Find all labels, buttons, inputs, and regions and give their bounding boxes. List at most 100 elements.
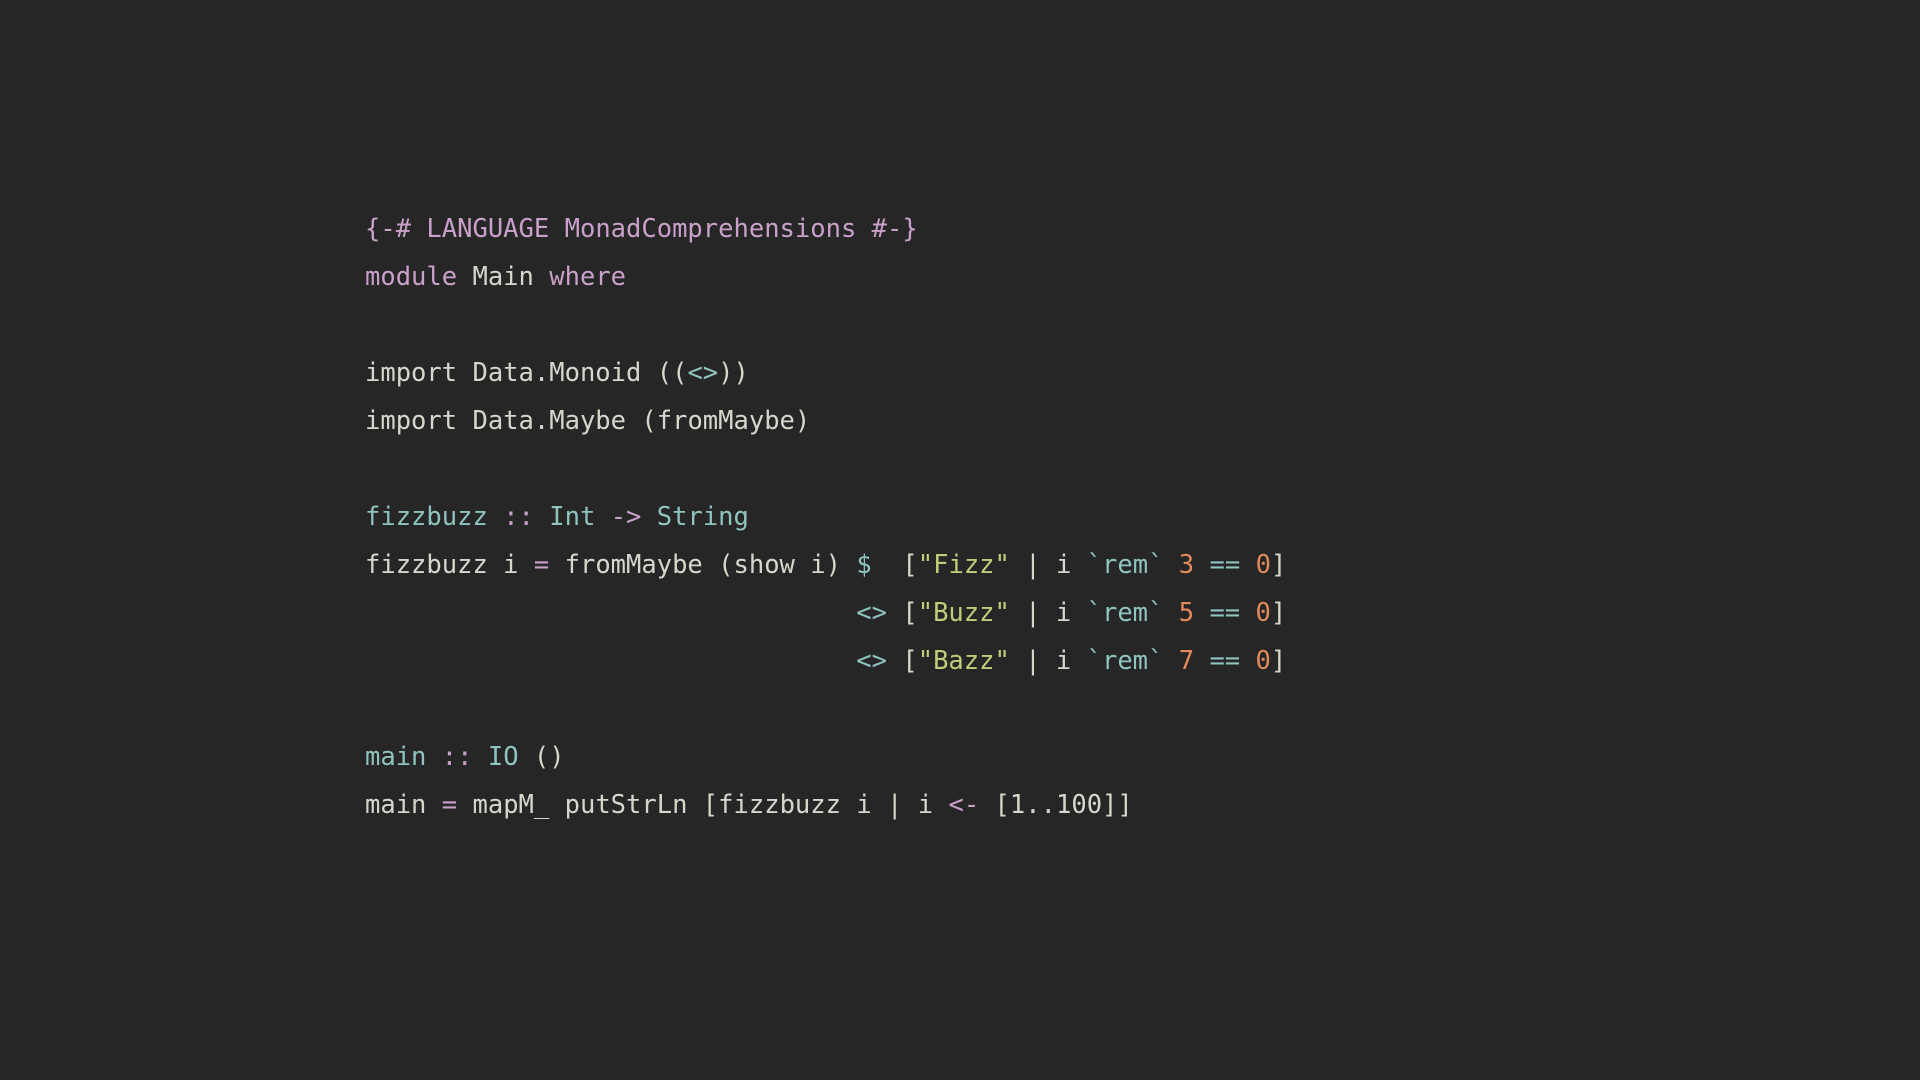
code-token-operator: $ <box>856 550 872 580</box>
code-token-number: 5 <box>1178 598 1195 628</box>
code-token-plain: | i <box>1009 598 1087 628</box>
code-token-plain: ] <box>1270 550 1287 580</box>
code-token-plain: i <box>487 550 534 580</box>
code-token-number: 0 <box>1255 646 1271 676</box>
code-token-plain: import <box>365 358 458 388</box>
code-token-plain: ] <box>1270 598 1287 628</box>
code-token-pragma: #-} <box>856 214 918 244</box>
code-token-operator: `rem` <box>1086 598 1164 628</box>
code-token-string: "Bazz" <box>917 646 1010 676</box>
code-token-plain: mapM_ <box>472 790 550 820</box>
code-line[interactable]: import Data.Monoid ((<>)) <box>365 349 1286 397</box>
code-token-type: fizzbuzz <box>365 502 488 532</box>
code-line[interactable]: main = mapM_ putStrLn [fizzbuzz i | i <-… <box>365 781 1286 829</box>
code-token-plain: ]] <box>1102 790 1133 820</box>
code-line[interactable] <box>365 301 1286 349</box>
code-token-string: "Fizz" <box>917 550 1010 580</box>
code-token-operator: <> <box>856 646 887 676</box>
code-token-plain: import <box>365 406 458 436</box>
code-token-plain: | i <box>1009 646 1087 676</box>
code-token-plain: i | i <box>841 790 949 820</box>
code-token-keyword: module <box>365 262 458 292</box>
code-token-identifier: Data.Maybe <box>472 406 627 436</box>
code-token-plain: i) <box>794 550 857 580</box>
code-line[interactable]: {-# LANGUAGE MonadComprehensions #-} <box>365 205 1286 253</box>
code-token-keyword: = <box>441 790 458 820</box>
code-token-plain: [ <box>979 790 1010 820</box>
code-token-type: String <box>656 502 749 532</box>
code-token-pragma: {-# <box>365 214 427 244</box>
code-token-type: IO <box>487 742 519 772</box>
code-token-operator: == <box>1209 646 1241 676</box>
code-token-plain: 1 <box>1009 790 1026 820</box>
code-token-type: Int <box>549 502 596 532</box>
code-token-number: 0 <box>1255 550 1271 580</box>
code-token-plain: ( <box>702 550 734 580</box>
code-token-plain: putStrLn <box>564 790 688 820</box>
code-token-identifier: fromMaybe <box>656 406 795 436</box>
code-editor-surface: {-# LANGUAGE MonadComprehensions #-} modu… <box>0 0 1920 1080</box>
code-line[interactable] <box>365 685 1286 733</box>
code-token-operator: == <box>1209 598 1241 628</box>
code-token-string: "Buzz" <box>917 598 1010 628</box>
code-token-plain: )) <box>718 358 749 388</box>
code-token-plain: show <box>733 550 795 580</box>
code-token-operator: == <box>1209 550 1241 580</box>
code-token-operator: `rem` <box>1086 550 1164 580</box>
code-token-plain: ( <box>626 406 657 436</box>
code-token-identifier: Main <box>472 262 534 292</box>
code-token-identifier: Data.Monoid <box>472 358 642 388</box>
code-token-plain: [ <box>687 790 719 820</box>
code-token-type: main <box>365 742 427 772</box>
code-token-plain: () <box>518 742 565 772</box>
code-token-keyword: = <box>533 550 550 580</box>
code-line[interactable]: import Data.Maybe (fromMaybe) <box>365 397 1286 445</box>
code-token-keyword: :: <box>503 502 534 532</box>
code-line[interactable]: fizzbuzz :: Int -> String <box>365 493 1286 541</box>
code-token-keyword: :: <box>441 742 473 772</box>
code-token-plain: fizzbuzz <box>365 550 488 580</box>
code-line[interactable]: main :: IO () <box>365 733 1286 781</box>
code-line[interactable]: <> ["Buzz" | i `rem` 5 == 0] <box>365 589 1286 637</box>
code-token-operator: `rem` <box>1086 646 1164 676</box>
code-token-number: 0 <box>1255 598 1271 628</box>
code-token-plain: | i <box>1009 550 1087 580</box>
code-token-plain: 100 <box>1055 790 1103 820</box>
code-token-pragma: LANGUAGE <box>426 214 550 244</box>
source-code-block[interactable]: {-# LANGUAGE MonadComprehensions #-} modu… <box>365 205 1286 829</box>
code-token-keyword: -> <box>610 502 642 532</box>
code-line[interactable]: module Main where <box>365 253 1286 301</box>
code-line[interactable]: <> ["Bazz" | i `rem` 7 == 0] <box>365 637 1286 685</box>
code-token-plain: fromMaybe <box>564 550 703 580</box>
code-token-plain: [ <box>871 550 918 580</box>
code-token-plain: .. <box>1025 790 1056 820</box>
code-token-number: 7 <box>1178 646 1195 676</box>
code-line[interactable] <box>365 445 1286 493</box>
code-token-plain: ] <box>1270 646 1287 676</box>
code-line[interactable]: fizzbuzz i = fromMaybe (show i) $ ["Fizz… <box>365 541 1286 589</box>
code-token-pragma: MonadComprehensions <box>564 214 857 244</box>
code-token-plain: main <box>365 790 427 820</box>
code-token-operator: <> <box>856 598 887 628</box>
